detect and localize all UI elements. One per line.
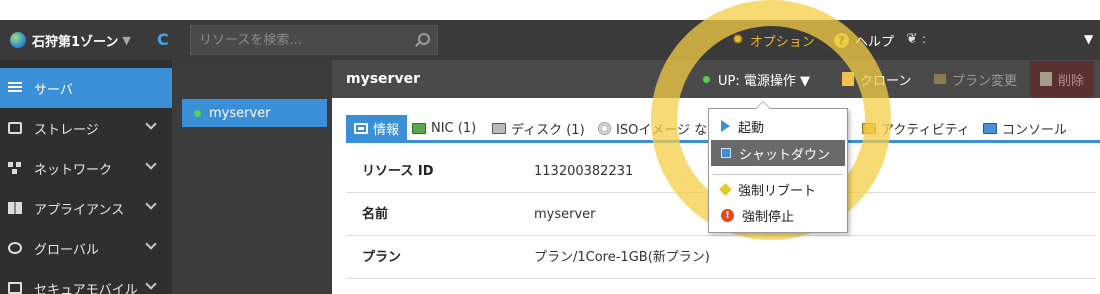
power-operation-button[interactable]: UP: 電源操作 ▼ xyxy=(703,60,810,98)
search-box xyxy=(190,25,438,55)
chevron-down-icon xyxy=(145,118,157,130)
delete-button[interactable]: 削除 xyxy=(1030,61,1094,97)
menu-item-start[interactable]: 起動 xyxy=(711,113,845,139)
clone-label: クローン xyxy=(860,73,912,89)
nav-item-global[interactable]: グローバル xyxy=(0,228,172,268)
shutdown-icon xyxy=(721,148,731,158)
info-label: 名前 xyxy=(362,207,389,222)
globe-icon xyxy=(10,32,26,48)
status-up-icon xyxy=(703,75,710,83)
status-up-icon xyxy=(194,109,201,117)
options-button[interactable]: ✹ オプション xyxy=(732,20,815,60)
menu-item-shutdown[interactable]: シャットダウン xyxy=(711,140,845,166)
info-value: プラン/1Core-1GB(新プラン) xyxy=(534,250,710,265)
menu-caret-icon[interactable]: ▼ xyxy=(1084,32,1093,46)
globe-icon xyxy=(8,242,22,254)
detail-title: myserver xyxy=(346,71,420,87)
chevron-down-icon xyxy=(145,198,157,210)
force-stop-icon: ! xyxy=(721,208,734,222)
disk-icon xyxy=(492,122,506,134)
tab-label: ディスク (1) xyxy=(511,122,585,138)
appliance-icon xyxy=(8,202,22,214)
chevron-down-icon xyxy=(145,278,157,290)
nav-item-label: アプライアンス xyxy=(34,202,125,218)
menu-item-label: 強制停止 xyxy=(742,209,795,225)
server-name: myserver xyxy=(209,105,271,121)
tab-label: コンソール xyxy=(1002,122,1068,138)
tab-iso-image[interactable]: ISOイメージ なし xyxy=(598,115,720,141)
server-icon xyxy=(8,82,22,94)
iso-disc-icon xyxy=(598,121,611,135)
info-row-plan xyxy=(346,237,1096,279)
nav-item-label: グローバル xyxy=(34,242,99,258)
nav-item-network[interactable]: ネットワーク xyxy=(0,148,172,188)
chevron-down-icon xyxy=(145,238,157,250)
refresh-icon[interactable]: C xyxy=(157,31,173,49)
nav-item-label: サーバ xyxy=(34,82,73,98)
menu-item-label: 強制リブート xyxy=(738,183,817,199)
info-value: 113200382231 xyxy=(534,164,634,179)
gear-icon: ✹ xyxy=(732,32,744,48)
chevron-down-icon xyxy=(145,158,157,170)
top-bar: 石狩第1ゾーン ▼ C ✹ オプション ? ヘルプ ❦ : ▼ xyxy=(0,20,1100,60)
tab-label: アクティビティ xyxy=(881,122,970,138)
search-icon[interactable] xyxy=(413,32,430,48)
clone-button[interactable]: クローン xyxy=(842,60,911,98)
nav-item-label: ネットワーク xyxy=(34,162,113,178)
nic-icon xyxy=(412,122,426,134)
trash-icon xyxy=(1040,72,1052,86)
server-list-item[interactable]: myserver xyxy=(182,99,327,127)
change-plan-button[interactable]: プラン変更 xyxy=(934,60,1017,98)
clone-icon xyxy=(842,72,854,86)
tab-disk[interactable]: ディスク (1) xyxy=(492,115,585,141)
tab-label: 情報 xyxy=(373,122,400,138)
power-button-label: UP: 電源操作 ▼ xyxy=(718,73,810,89)
tab-label: NIC (1) xyxy=(431,120,477,136)
activity-icon xyxy=(862,122,876,134)
menu-divider xyxy=(713,174,843,175)
nav-item-secure-mobile[interactable]: セキュアモバイル xyxy=(0,268,172,294)
leaf-icon[interactable]: ❦ xyxy=(906,31,918,47)
zone-label: 石狩第1ゾーン xyxy=(32,34,119,50)
info-value: myserver xyxy=(534,207,596,222)
search-input[interactable] xyxy=(199,32,413,48)
account-label: : xyxy=(922,32,927,46)
options-label: オプション xyxy=(749,34,815,50)
mobile-icon xyxy=(8,282,22,294)
delete-label: 削除 xyxy=(1058,73,1085,89)
nav-item-storage[interactable]: ストレージ xyxy=(0,108,172,148)
nav-item-label: セキュアモバイル xyxy=(34,282,138,294)
signpost-icon xyxy=(934,74,946,84)
menu-item-force-stop[interactable]: ! 強制停止 xyxy=(711,202,845,228)
caret-down-icon: ▼ xyxy=(122,33,131,47)
zone-selector[interactable]: 石狩第1ゾーン ▼ xyxy=(10,20,131,60)
left-navigation: サーバ ストレージ ネットワーク アプライアンス グローバル セキュアモバイル xyxy=(0,60,172,294)
tab-nic[interactable]: NIC (1) xyxy=(412,115,476,141)
nav-item-server[interactable]: サーバ xyxy=(0,68,172,108)
tab-console[interactable]: コンソール xyxy=(983,115,1067,141)
tab-info[interactable]: 情報 xyxy=(346,115,408,141)
change-plan-label: プラン変更 xyxy=(952,73,1018,89)
help-icon: ? xyxy=(834,32,849,48)
storage-icon xyxy=(8,122,22,134)
nav-item-label: ストレージ xyxy=(34,122,99,138)
network-icon xyxy=(8,162,22,174)
warning-icon xyxy=(719,182,732,196)
info-label: リソース ID xyxy=(362,164,434,179)
nav-item-appliance[interactable]: アプライアンス xyxy=(0,188,172,228)
info-label: プラン xyxy=(362,250,402,265)
help-label: ヘルプ xyxy=(855,34,895,50)
menu-item-label: シャットダウン xyxy=(739,147,831,163)
power-menu: 起動 シャットダウン 強制リブート ! 強制停止 xyxy=(708,101,848,233)
menu-item-label: 起動 xyxy=(738,120,765,136)
help-button[interactable]: ? ヘルプ xyxy=(834,20,894,60)
console-icon xyxy=(983,122,997,134)
play-icon xyxy=(721,120,730,132)
tab-activity[interactable]: アクティビティ xyxy=(862,115,970,141)
tab-label: ISOイメージ なし xyxy=(616,122,721,138)
menu-item-force-reboot[interactable]: 強制リブート xyxy=(711,176,845,202)
server-list-header xyxy=(172,60,332,98)
info-icon xyxy=(354,122,368,134)
